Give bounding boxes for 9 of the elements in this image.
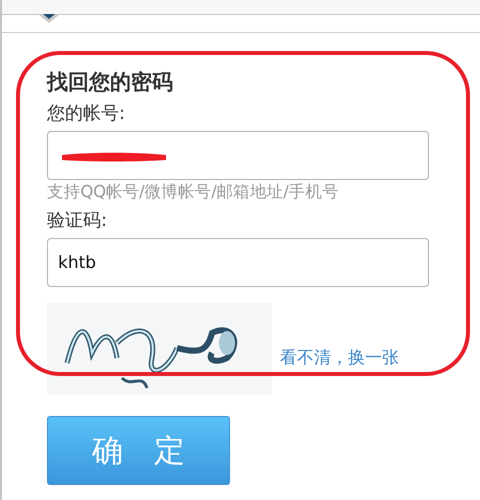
field-label: 验证码: (47, 209, 108, 233)
form-title: 找回您的密码 (47, 69, 174, 96)
refresh-link[interactable]: 看不清，换一张 (280, 346, 399, 369)
hint-text: 支持QQ帐号/微博帐号/邮箱地址/手机号 (47, 181, 340, 203)
confirm-button[interactable]: 确 定 (47, 416, 230, 485)
input-field[interactable]: khtb (47, 238, 429, 287)
input-field[interactable] (47, 131, 429, 180)
field-label: 您的帐号: (47, 102, 126, 126)
dropdown-arrow-icon[interactable] (38, 14, 60, 23)
